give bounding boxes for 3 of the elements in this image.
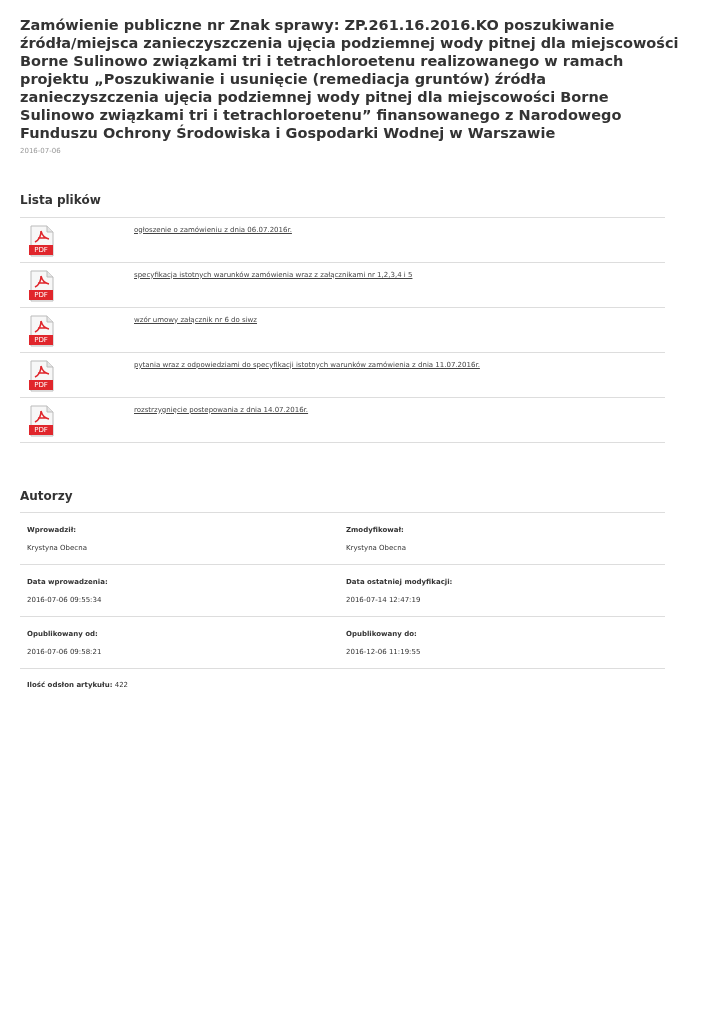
section-heading: Autorzy [20, 487, 74, 505]
section-heading: Lista plików [20, 191, 102, 209]
page-title: Zamówienie publiczne nr Znak sprawy: ZP.261.16.2016.KO poszukiwanie źródła/miejsca zanieczyszczenia ujęcia podziemnej wody pitnej dla miejscowości Borne Sulinowo związkami tri i tetrachloroetenu realizowanego w ramach projektu „Poszukiwanie i usunięcie (remediacja gruntów) źródła zanieczyszczenia ujęcia podziemnej wody pitnej dla miejscowości Borne Sulinowo związkami tri i tetrachloroetenu” finansowanego z Narodowego Funduszu Ochrony Środowiska i Gospodarki Wodnej w Warszawie [20, 16, 680, 142]
